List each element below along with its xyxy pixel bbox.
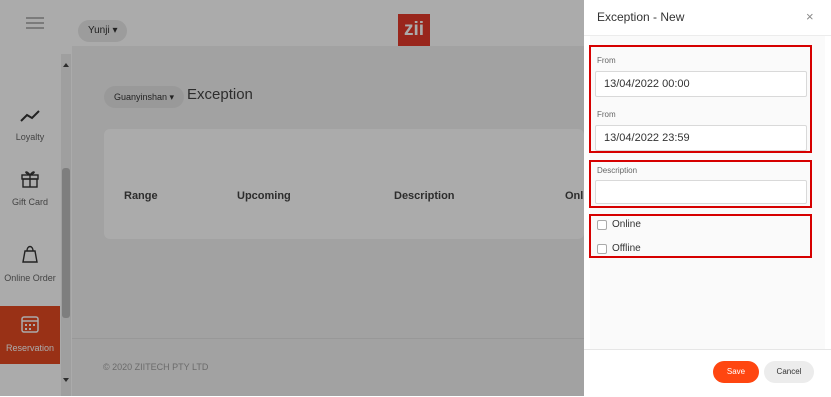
save-button[interactable]: Save bbox=[713, 361, 759, 383]
cancel-button[interactable]: Cancel bbox=[764, 361, 814, 383]
offline-checkbox[interactable] bbox=[597, 244, 607, 254]
from-date-input[interactable] bbox=[595, 71, 807, 97]
to-label: From bbox=[597, 110, 616, 119]
description-input[interactable] bbox=[595, 180, 807, 204]
online-checkbox[interactable] bbox=[597, 220, 607, 230]
online-label: Online bbox=[612, 219, 641, 230]
offline-label: Offline bbox=[612, 243, 641, 254]
panel-title: Exception - New bbox=[597, 10, 685, 24]
close-icon[interactable]: × bbox=[806, 9, 814, 24]
to-date-input[interactable] bbox=[595, 125, 807, 151]
modal-overlay[interactable] bbox=[0, 0, 584, 396]
description-label: Description bbox=[597, 166, 638, 175]
from-label: From bbox=[597, 56, 616, 65]
